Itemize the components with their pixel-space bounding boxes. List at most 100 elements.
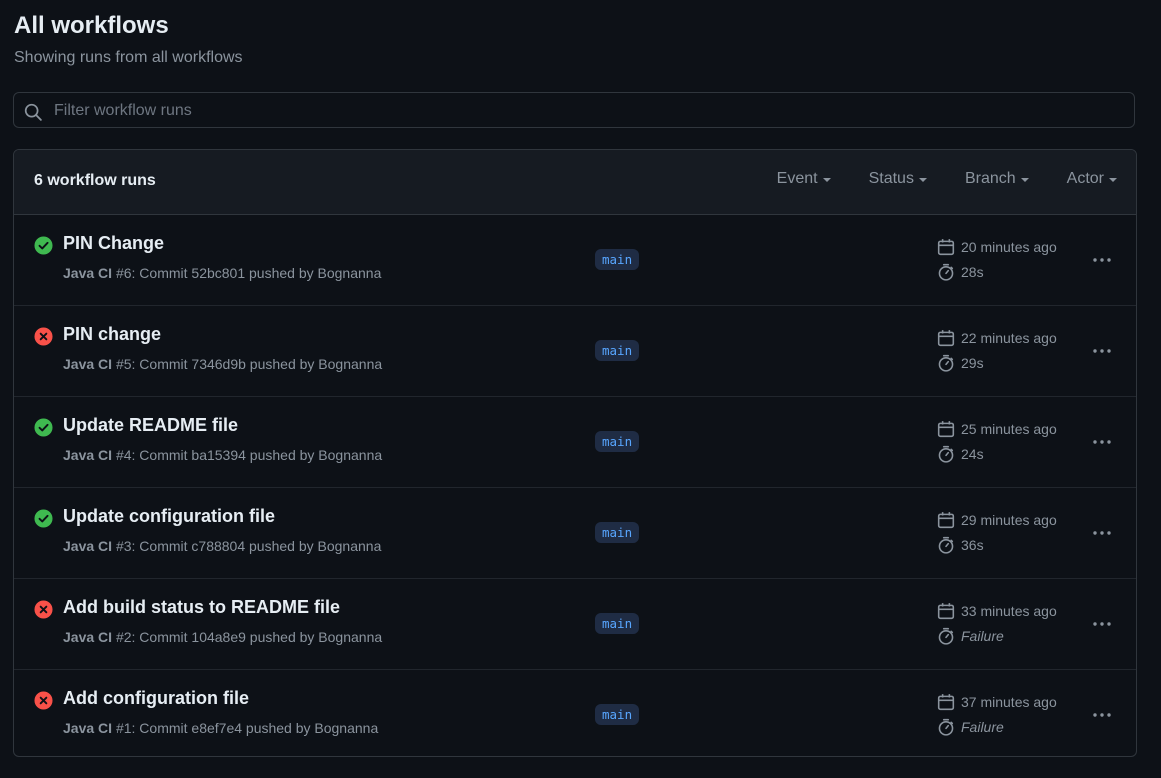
run-time: 37 minutes ago [937,693,1057,711]
branch-label[interactable]: main [595,249,640,270]
calendar-icon [937,421,955,438]
workflow-name: Java CI [63,629,113,645]
event-filter-dropdown[interactable]: Event [777,170,831,188]
run-options-button[interactable] [1090,339,1114,363]
run-meta: Java CI #2: Commit 104a8e9 pushed by Bog… [63,629,382,645]
list-header: 6 workflow runs Event Status Branch Acto… [14,150,1136,215]
calendar-icon [937,694,955,711]
run-duration: Failure [937,627,1004,645]
run-details: : Commit 7346d9b pushed by Bognanna [131,356,383,372]
page-subtitle: Showing runs from all workflows [14,49,243,66]
success-check-icon [34,418,53,437]
workflow-name: Java CI [63,356,113,372]
run-number: #4 [115,447,132,463]
run-details: : Commit 52bc801 pushed by Bognanna [131,265,382,281]
run-meta: Java CI #5: Commit 7346d9b pushed by Bog… [63,356,382,372]
failure-x-icon [34,327,53,346]
workflow-run-row: PIN Change Java CI #6: Commit 52bc801 pus… [14,215,1136,306]
calendar-icon [937,512,955,529]
run-title-link[interactable]: Add configuration file [63,688,249,709]
workflow-name: Java CI [63,265,113,281]
run-meta: Java CI #6: Commit 52bc801 pushed by Bog… [63,265,381,281]
run-duration: 24s [937,445,984,463]
branch-label[interactable]: main [595,431,640,452]
stopwatch-icon [938,718,954,736]
stopwatch-icon [938,536,954,554]
run-title-link[interactable]: Update README file [63,415,238,436]
kebab-menu-icon [1093,531,1111,535]
calendar-icon [937,239,955,256]
branch-label[interactable]: main [595,522,640,543]
run-time: 25 minutes ago [937,420,1057,438]
run-duration-text: 29s [961,355,984,371]
run-meta: Java CI #3: Commit c788804 pushed by Bog… [63,538,381,554]
branch-label[interactable]: main [595,704,640,725]
run-title-link[interactable]: Update configuration file [63,506,275,527]
branch-filter-label: Branch [964,170,1016,187]
run-number: #2 [115,629,132,645]
run-meta: Java CI #4: Commit ba15394 pushed by Bog… [63,447,382,463]
workflow-run-row: PIN change Java CI #5: Commit 7346d9b pus… [14,306,1136,397]
status-filter-label: Status [868,170,914,187]
stopwatch-icon [938,263,954,281]
kebab-menu-icon [1093,258,1111,262]
workflow-run-row: Update README file Java CI #4: Commit ba1… [14,397,1136,488]
run-duration: 28s [937,263,984,281]
run-options-button[interactable] [1090,521,1114,545]
run-details: : Commit ba15394 pushed by Bognanna [131,447,383,463]
run-meta: Java CI #1: Commit e8ef7e4 pushed by Bog… [63,720,378,736]
filter-bar: Event Status Branch Actor [739,170,1117,188]
run-duration-text: 28s [961,264,984,280]
run-options-button[interactable] [1090,248,1114,272]
run-duration: Failure [937,718,1004,736]
caret-down-icon [918,178,927,182]
calendar-icon [937,330,955,347]
run-time-text: 25 minutes ago [961,421,1057,437]
run-number: #1 [115,720,132,736]
filter-workflow-runs-input[interactable] [52,93,1126,129]
run-duration: 36s [937,536,984,554]
run-time-text: 22 minutes ago [961,330,1057,346]
success-check-icon [34,236,53,255]
kebab-menu-icon [1093,622,1111,626]
run-details: : Commit c788804 pushed by Bognanna [131,538,382,554]
run-options-button[interactable] [1090,703,1114,727]
run-options-button[interactable] [1090,430,1114,454]
branch-filter-dropdown[interactable]: Branch [965,170,1029,188]
run-number: #6 [115,265,132,281]
run-duration-text: Failure [961,719,1004,735]
run-details: : Commit 104a8e9 pushed by Bognanna [131,629,383,645]
workflow-run-rows: PIN Change Java CI #6: Commit 52bc801 pus… [14,215,1136,756]
filter-search-box [13,92,1135,129]
run-duration: 29s [937,354,984,372]
actor-filter-label: Actor [1066,170,1104,187]
run-number: #3 [115,538,132,554]
run-duration-text: 36s [961,537,984,553]
run-time: 33 minutes ago [937,602,1057,620]
run-title-link[interactable]: PIN change [63,324,161,345]
workflow-run-count: 6 workflow runs [34,172,156,189]
stopwatch-icon [938,445,954,463]
workflow-name: Java CI [63,447,113,463]
run-title-link[interactable]: PIN Change [63,233,164,254]
run-time-text: 33 minutes ago [961,603,1057,619]
actor-filter-dropdown[interactable]: Actor [1067,170,1117,188]
workflow-run-row: Add build status to README file Java CI #… [14,579,1136,670]
caret-down-icon [1109,178,1117,182]
page-title: All workflows [14,12,169,39]
run-time: 29 minutes ago [937,511,1057,529]
run-details: : Commit e8ef7e4 pushed by Bognanna [131,720,379,736]
branch-label[interactable]: main [595,613,640,634]
run-title-link[interactable]: Add build status to README file [63,597,340,618]
status-filter-dropdown[interactable]: Status [869,170,927,188]
run-time: 20 minutes ago [937,238,1057,256]
run-time-text: 20 minutes ago [961,239,1057,255]
calendar-icon [937,603,955,620]
caret-down-icon [822,178,831,182]
workflow-name: Java CI [63,538,113,554]
workflow-name: Java CI [63,720,113,736]
success-check-icon [34,509,53,528]
run-options-button[interactable] [1090,612,1114,636]
branch-label[interactable]: main [595,340,640,361]
kebab-menu-icon [1093,440,1111,444]
